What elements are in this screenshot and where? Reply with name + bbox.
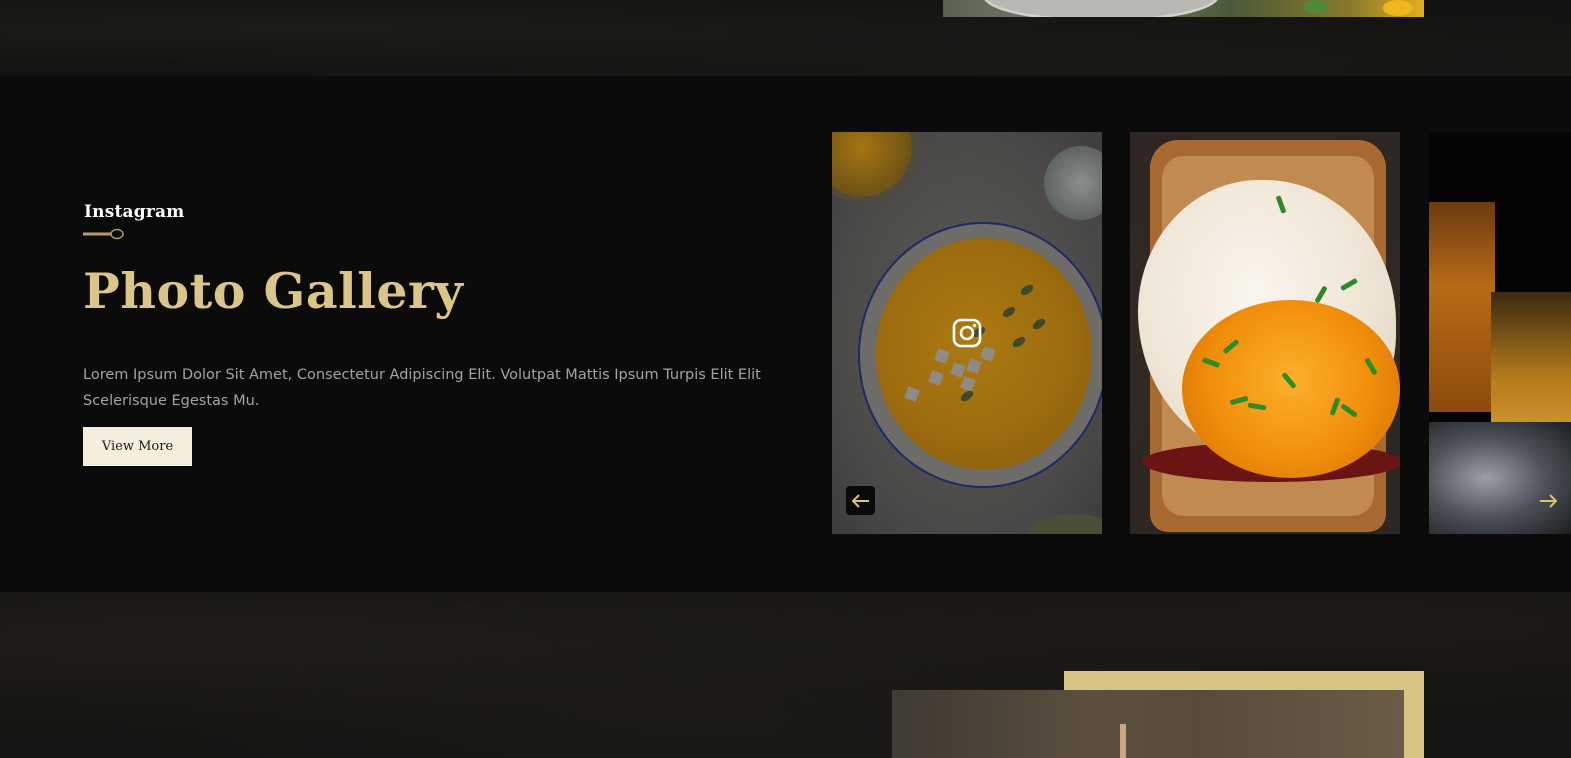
section-subtitle: Instagram xyxy=(84,202,185,222)
gallery-next-button[interactable] xyxy=(1533,486,1562,515)
section-description: Lorem Ipsum Dolor Sit Amet, Consectetur … xyxy=(83,367,761,409)
food-image-top xyxy=(943,0,1424,17)
view-more-button[interactable]: View More xyxy=(83,427,192,466)
spoon-divider-icon xyxy=(83,228,124,240)
gallery-item-egg[interactable] xyxy=(1130,132,1400,534)
gallery-item-drinks[interactable] xyxy=(1429,132,1571,534)
arrow-right-icon xyxy=(1539,493,1557,508)
gallery-prev-button[interactable] xyxy=(846,486,875,515)
arrow-left-icon xyxy=(851,493,869,508)
instagram-icon[interactable] xyxy=(952,318,982,348)
gallery-item-soup[interactable] xyxy=(832,132,1102,534)
page-title: Photo Gallery xyxy=(83,262,464,320)
food-image-bottom xyxy=(892,690,1404,758)
instagram-gallery-section: Instagram Photo Gallery Lorem Ipsum Dolo… xyxy=(0,76,1571,592)
